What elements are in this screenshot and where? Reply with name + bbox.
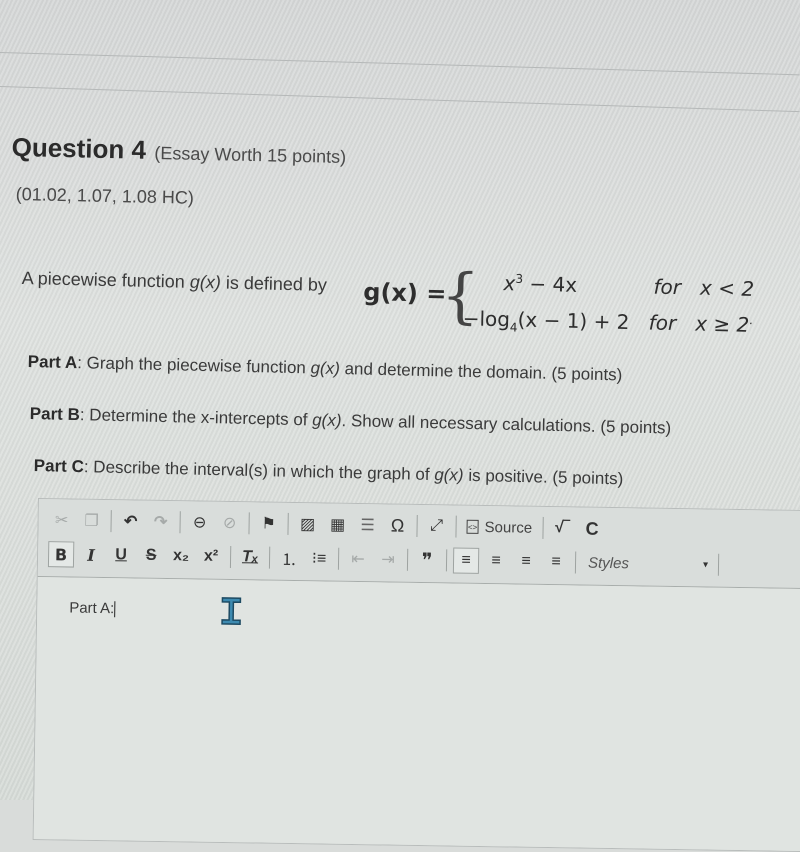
piece1-condition: for x < 2 bbox=[653, 275, 754, 301]
toolbar-separator bbox=[248, 512, 250, 535]
toolbar-separator bbox=[574, 551, 577, 574]
superscript-button[interactable]: x² bbox=[198, 544, 224, 570]
formula-lhs: g(x) = bbox=[363, 277, 447, 308]
square-root-icon[interactable]: √‾ bbox=[549, 515, 575, 541]
question-worth: (Essay Worth 15 points) bbox=[154, 142, 347, 168]
piece2-expression: −log4(x − 1) + 2 bbox=[462, 306, 629, 337]
piece2-log-base: 4 bbox=[509, 320, 518, 335]
part-c-prompt: Part C: Describe the interval(s) in whic… bbox=[34, 456, 624, 489]
align-justify-icon[interactable]: ≡ bbox=[543, 549, 569, 575]
subscript-button[interactable]: x₂ bbox=[168, 543, 194, 569]
part-function: g(x) bbox=[310, 358, 341, 379]
italic-button[interactable]: I bbox=[78, 542, 104, 568]
part-function: g(x) bbox=[434, 465, 464, 485]
toolbar-separator bbox=[337, 547, 340, 570]
piece2-rest: (x − 1) + 2 bbox=[517, 307, 630, 335]
toolbar-separator bbox=[541, 516, 544, 539]
align-left-icon[interactable]: ≡ bbox=[452, 547, 480, 574]
piece1-for: for bbox=[653, 274, 682, 300]
maximize-icon[interactable]: ⤢ bbox=[423, 513, 449, 539]
remove-format-button[interactable]: Tₓ bbox=[237, 544, 263, 570]
rich-text-editor: ✂ ❐ ↶ ↷ ⊖ ⊘ ⚑ ▨ ▦ ☰ Ω ⤢ <> Source √‾ C B… bbox=[32, 498, 800, 852]
toolbar-separator bbox=[455, 515, 457, 538]
part-label: Part A bbox=[27, 352, 78, 373]
formula-period: . bbox=[749, 313, 754, 328]
text-caret bbox=[114, 600, 116, 617]
link-icon[interactable]: ⊖ bbox=[186, 509, 212, 535]
strikethrough-button[interactable]: S bbox=[138, 543, 164, 569]
underline-button[interactable]: U bbox=[108, 542, 134, 568]
part-text: is positive. (5 points) bbox=[463, 465, 624, 489]
source-button[interactable]: <> Source bbox=[462, 514, 536, 541]
question-codes: (01.02, 1.07, 1.08 HC) bbox=[15, 184, 195, 208]
chevron-down-icon: ▾ bbox=[702, 558, 709, 571]
toolbar-separator bbox=[110, 510, 112, 533]
outdent-icon[interactable]: ⇤ bbox=[345, 546, 371, 572]
toolbar-separator bbox=[229, 546, 232, 569]
chemistry-c-icon[interactable]: C bbox=[579, 516, 605, 542]
piece2-condition: for x ≥ 2. bbox=[648, 310, 753, 336]
part-label: Part B bbox=[29, 404, 81, 425]
toolbar-separator bbox=[445, 549, 448, 572]
prompt-intro: A piecewise function g(x) is defined by bbox=[22, 268, 328, 296]
undo-icon[interactable]: ↶ bbox=[117, 508, 143, 534]
align-right-icon[interactable]: ≡ bbox=[513, 548, 539, 574]
editor-content-text: Part A: bbox=[69, 599, 115, 618]
part-a-prompt: Part A: Graph the piecewise function g(x… bbox=[28, 352, 623, 385]
divider-line bbox=[0, 86, 800, 113]
redo-icon[interactable]: ↷ bbox=[147, 509, 173, 535]
intro-function: g(x) bbox=[189, 271, 222, 293]
editor-toolbar: ✂ ❐ ↶ ↷ ⊖ ⊘ ⚑ ▨ ▦ ☰ Ω ⤢ <> Source √‾ C B… bbox=[37, 499, 800, 590]
unlink-icon[interactable]: ⊘ bbox=[216, 510, 242, 536]
toolbar-separator bbox=[287, 512, 289, 535]
image-icon[interactable]: ▨ bbox=[294, 511, 320, 537]
editor-content-area[interactable]: Part A: bbox=[33, 577, 800, 852]
divider-line bbox=[0, 52, 800, 76]
question-title: Question 4 bbox=[11, 132, 147, 165]
piece2-log: −log bbox=[462, 306, 511, 332]
toolbar-separator bbox=[717, 553, 720, 576]
piece1-base: x bbox=[503, 271, 516, 296]
bold-button[interactable]: B bbox=[47, 541, 75, 568]
source-label: Source bbox=[484, 518, 533, 537]
part-function: g(x) bbox=[312, 410, 342, 431]
piece1-expression: x3 − 4x bbox=[503, 271, 577, 297]
source-doc-icon: <> bbox=[466, 519, 479, 534]
toolbar-separator bbox=[179, 511, 181, 534]
styles-label: Styles bbox=[587, 554, 630, 572]
part-b-prompt: Part B: Determine the x-intercepts of g(… bbox=[30, 404, 672, 439]
blockquote-icon[interactable]: ❞ bbox=[414, 547, 440, 573]
part-text: . Show all necessary calculations. (5 po… bbox=[341, 411, 672, 438]
part-text: and determine the domain. (5 points) bbox=[339, 359, 623, 385]
align-center-icon[interactable]: ≡ bbox=[483, 548, 509, 574]
toolbar-separator bbox=[268, 546, 271, 569]
toolbar-separator bbox=[416, 514, 418, 537]
part-label: Part C bbox=[33, 456, 85, 477]
toolbar-separator bbox=[406, 548, 409, 571]
piece1-rest: − 4x bbox=[522, 271, 578, 297]
part-text: : Graph the piecewise function bbox=[77, 353, 311, 378]
table-icon[interactable]: ▦ bbox=[324, 512, 350, 538]
piece2-for: for bbox=[648, 310, 677, 336]
indent-icon[interactable]: ⇥ bbox=[375, 546, 401, 572]
numbered-list-icon[interactable]: ⒈ bbox=[276, 545, 302, 571]
styles-dropdown[interactable]: Styles ▾ bbox=[588, 554, 708, 573]
part-text: : Determine the x-intercepts of bbox=[79, 405, 313, 430]
piece1-cond: x < 2 bbox=[699, 275, 755, 301]
question-header: Question 4 (Essay Worth 15 points) bbox=[11, 132, 346, 170]
omega-icon[interactable]: Ω bbox=[384, 512, 410, 538]
ibeam-cursor-icon bbox=[221, 597, 242, 625]
bulleted-list-icon[interactable]: ⁝≡ bbox=[306, 545, 332, 571]
piece2-cond: x ≥ 2 bbox=[694, 311, 750, 337]
copy-icon[interactable]: ❐ bbox=[78, 508, 104, 534]
intro-text-after: is defined by bbox=[220, 272, 328, 295]
scissors-icon[interactable]: ✂ bbox=[48, 507, 74, 533]
part-text: : Describe the interval(s) in which the … bbox=[83, 457, 435, 485]
flag-icon[interactable]: ⚑ bbox=[255, 510, 281, 536]
screen-background: Question 4 (Essay Worth 15 points) (01.0… bbox=[0, 0, 800, 852]
intro-text-before: A piecewise function bbox=[21, 268, 191, 292]
horizontal-line-icon[interactable]: ☰ bbox=[354, 512, 380, 538]
